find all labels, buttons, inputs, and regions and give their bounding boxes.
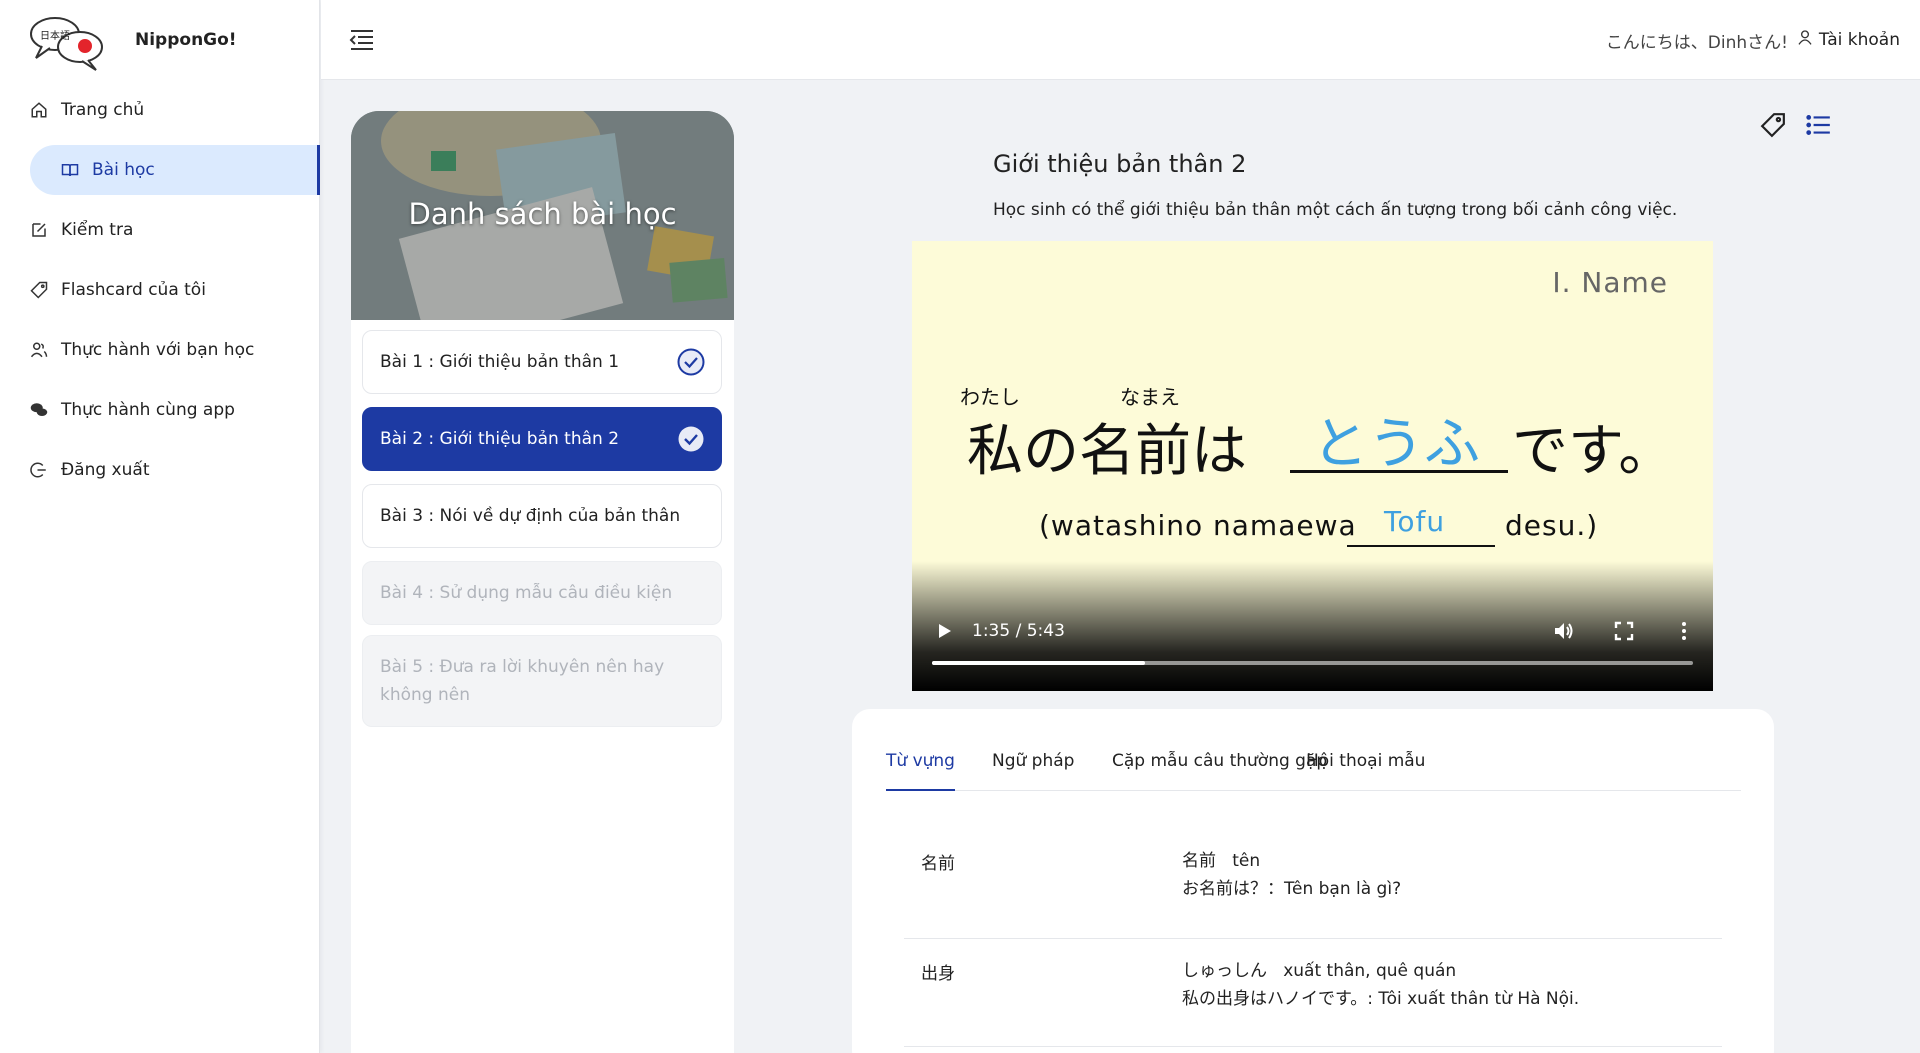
lesson-list-banner: Danh sách bài học <box>351 111 734 320</box>
romaji-end: desu.) <box>1505 509 1599 542</box>
lesson-item-5: Bài 5 : Đưa ra lời khuyên nên hay không … <box>362 635 722 727</box>
vocab-details: しゅっしん xuất thân, quê quán 私の出身はハノイです。: T… <box>1182 957 1579 1013</box>
book-icon <box>60 160 80 180</box>
sidebar-item-home[interactable]: Trang chủ <box>0 85 320 135</box>
sidebar-item-practice-app[interactable]: Thực hành cùng app <box>0 385 320 435</box>
sidebar-item-test[interactable]: Kiểm tra <box>0 205 320 255</box>
lesson-description: Học sinh có thể giới thiệu bản thân một … <box>993 200 1678 220</box>
vocab-example: 私の出身はハノイです。: Tôi xuất thân từ Hà Nội. <box>1182 989 1580 1009</box>
tag-icon <box>29 280 49 300</box>
list-icon[interactable] <box>1806 112 1832 138</box>
vocab-word: 名前 <box>921 854 955 874</box>
lesson-label: Bài 4 : Sử dụng mẫu câu điều kiện <box>380 583 673 603</box>
lesson-item-4: Bài 4 : Sử dụng mẫu câu điều kiện <box>362 561 722 625</box>
brand-name: NipponGo! <box>135 30 237 50</box>
sidebar-item-logout[interactable]: Đăng xuất <box>0 445 320 495</box>
romaji-start: (watashino namaewa <box>1039 509 1357 542</box>
sidebar-item-label: Trang chủ <box>61 100 145 120</box>
lesson-title: Giới thiệu bản thân 2 <box>993 150 1247 178</box>
tab-common-phrases[interactable]: Cặp mẫu câu thường gặp <box>1112 751 1327 791</box>
vocab-reading: 名前 <box>1182 851 1216 871</box>
vocab-meaning: tên <box>1232 851 1261 871</box>
greeting-text: こんにちは、Dinhさん! <box>1605 33 1788 53</box>
lesson-label: Bài 2 : Giới thiệu bản thân 2 <box>380 429 620 449</box>
lesson-label: Bài 3 : Nói về dự định của bản thân <box>380 506 681 526</box>
sidebar: 日本語 NipponGo! Trang chủ Bài học Kiểm tra… <box>0 0 320 1053</box>
lesson-toolbar <box>1760 112 1832 138</box>
sidebar-item-practice-peers[interactable]: Thực hành với bạn học <box>0 325 320 375</box>
brand[interactable]: 日本語 <box>30 14 110 72</box>
japanese-sentence-start: 私の名前は <box>967 419 1247 484</box>
play-icon[interactable] <box>934 621 954 641</box>
slide-heading: I. Name <box>1552 266 1668 299</box>
user-icon <box>1797 28 1813 51</box>
sidebar-item-lessons[interactable]: Bài học <box>0 145 320 195</box>
video-progress-fill <box>932 661 1146 665</box>
vocab-row: 名前 名前 tên お名前は？：Tên bạn là gì? <box>904 837 1722 939</box>
sidebar-item-label: Thực hành với bạn học <box>61 340 255 360</box>
japanese-answer: とうふ <box>1312 412 1480 477</box>
menu-collapse-icon[interactable] <box>349 28 375 52</box>
chat-icon <box>29 400 49 420</box>
account-button[interactable]: Tài khoản <box>1797 28 1900 51</box>
vocab-word: 出身 <box>921 964 955 984</box>
lesson-item-2[interactable]: Bài 2 : Giới thiệu bản thân 2 <box>362 407 722 471</box>
lesson-label: Bài 1 : Giới thiệu bản thân 1 <box>380 352 620 372</box>
volume-icon[interactable] <box>1552 619 1576 643</box>
flashcard-tag-icon[interactable] <box>1760 112 1786 138</box>
sidebar-item-label: Bài học <box>92 160 155 180</box>
top-header: こんにちは、Dinhさん! Tài khoản <box>321 0 1920 80</box>
vocab-details: 名前 tên お名前は？：Tên bạn là gì? <box>1182 847 1401 903</box>
vocab-reading: しゅっしん <box>1182 961 1267 981</box>
users-icon <box>29 340 49 360</box>
vocab-meaning: xuất thân, quê quán <box>1283 961 1457 981</box>
lesson-content-card: Từ vựng Ngữ pháp Cặp mẫu câu thường gặp … <box>852 709 1774 1053</box>
lesson-label: Bài 5 : Đưa ra lời khuyên nên hay không … <box>380 657 665 705</box>
sidebar-item-flashcard[interactable]: Flashcard của tôi <box>0 265 320 315</box>
sidebar-item-label: Kiểm tra <box>61 220 134 240</box>
lesson-list-panel: Danh sách bài học Bài 1 : Giới thiệu bản… <box>351 111 734 1053</box>
vocab-row: 出身 しゅっしん xuất thân, quê quán 私の出身はハノイです。… <box>904 939 1722 1047</box>
tab-sample-dialogue[interactable]: Hội thoại mẫu <box>1306 751 1425 791</box>
more-options-icon[interactable] <box>1672 619 1696 643</box>
video-player[interactable]: I. Name わたし なまえ 私の名前は とうふ です。 (watashino… <box>912 241 1713 691</box>
account-label: Tài khoản <box>1818 29 1900 50</box>
logo-icon: 日本語 <box>30 14 110 72</box>
romaji-answer: Tofu <box>1384 505 1446 538</box>
lesson-list-title: Danh sách bài học <box>408 197 677 231</box>
video-time: 1:35 / 5:43 <box>972 621 1065 641</box>
sidebar-item-label: Đăng xuất <box>61 460 150 480</box>
fullscreen-icon[interactable] <box>1612 619 1636 643</box>
japanese-sentence-end: です。 <box>1512 419 1675 484</box>
content-tabs: Từ vựng Ngữ pháp Cặp mẫu câu thường gặp … <box>886 751 1741 791</box>
completed-check-icon <box>677 425 705 453</box>
home-icon <box>29 100 49 120</box>
video-progress-bar[interactable] <box>932 661 1693 665</box>
tab-vocabulary[interactable]: Từ vựng <box>886 751 955 791</box>
tab-grammar[interactable]: Ngữ pháp <box>992 751 1074 791</box>
lesson-item-3[interactable]: Bài 3 : Nói về dự định của bản thân <box>362 484 722 548</box>
vocab-example: お名前は？：Tên bạn là gì? <box>1182 879 1402 899</box>
edit-icon <box>29 220 49 240</box>
svg-text:日本語: 日本語 <box>40 29 70 42</box>
logout-icon <box>29 460 49 480</box>
sidebar-item-label: Flashcard của tôi <box>61 280 206 300</box>
lesson-item-1[interactable]: Bài 1 : Giới thiệu bản thân 1 <box>362 330 722 394</box>
completed-check-icon <box>677 348 705 376</box>
sidebar-item-label: Thực hành cùng app <box>61 400 235 420</box>
